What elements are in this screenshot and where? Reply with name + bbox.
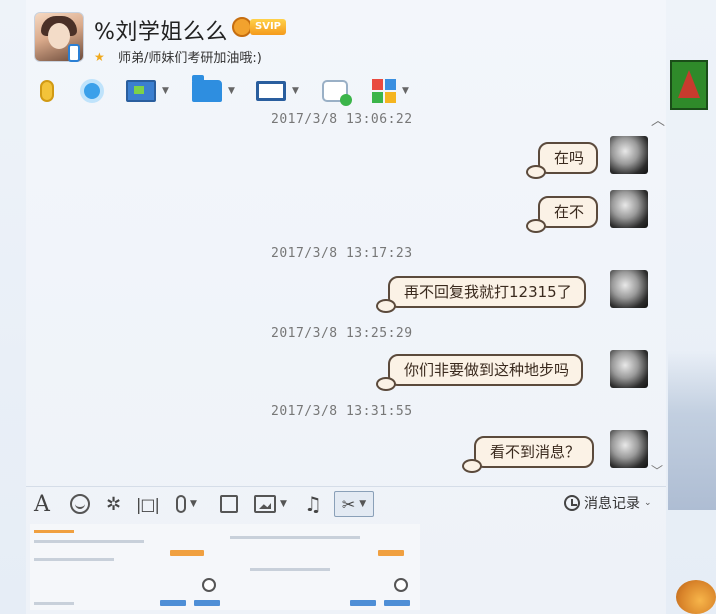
message-bubble[interactable]: 再不回复我就打12315了 (376, 276, 586, 313)
bubble-decoration-icon (376, 299, 396, 313)
chevron-down-icon[interactable]: ﹀ (651, 462, 663, 479)
message-history-button[interactable]: 消息记录 ⌄ (564, 493, 652, 513)
input-toolbar: A ✲ |□| ▼ ▼ ♫ ✂ ▼ 消息记录 ⌄ (26, 486, 666, 520)
contact-name[interactable]: %刘学姐么么 (94, 14, 228, 46)
voice-message-button[interactable]: ▼ (176, 491, 197, 517)
monitor-icon (256, 81, 286, 101)
apps-grid-icon (372, 79, 396, 103)
chat-add-icon (322, 80, 352, 106)
microphone-icon (40, 80, 54, 102)
history-label: 消息记录 (584, 496, 640, 512)
video-call-button[interactable] (80, 76, 104, 106)
chat-toolbar: ▼ ▼ ▼ ▼ (32, 75, 432, 110)
message-timestamp: 2017/3/8 13:17:23 (271, 246, 413, 261)
mobile-online-icon (68, 44, 80, 62)
chevron-down-icon[interactable]: ▼ (292, 86, 299, 96)
vip-badge[interactable]: SVIP (232, 16, 298, 38)
contact-signature: 师弟/师妹们考研加油哦:) (118, 51, 262, 66)
chevron-down-icon[interactable]: ▼ (402, 86, 409, 96)
sender-avatar[interactable] (610, 136, 648, 174)
message-input[interactable] (26, 520, 666, 614)
send-image-button[interactable]: ▼ (254, 491, 287, 517)
remote-desktop-icon (126, 80, 156, 102)
sender-avatar[interactable] (610, 270, 648, 308)
sender-avatar[interactable] (610, 350, 648, 388)
vip-label: SVIP (250, 19, 286, 35)
background-decoration (676, 580, 716, 614)
sender-avatar[interactable] (610, 190, 648, 228)
message-bubble[interactable]: 你们非要做到这种地步吗 (376, 354, 584, 391)
star-icon: ★ (94, 50, 105, 64)
clock-icon (564, 495, 580, 511)
create-discussion-button[interactable] (322, 76, 352, 106)
share-screen-button[interactable]: ▼ (256, 76, 299, 106)
chevron-down-icon[interactable]: ▼ (228, 86, 235, 96)
message-bubble[interactable]: 在吗 (526, 142, 599, 179)
folder-icon (192, 75, 222, 102)
emoji-button[interactable] (70, 491, 90, 517)
font-button[interactable]: A (34, 491, 50, 517)
edit-button[interactable] (220, 491, 238, 517)
background-decoration (668, 350, 716, 510)
edit-icon (220, 495, 238, 513)
app-logo-icon (670, 60, 708, 110)
magic-expression-button[interactable]: |□| (136, 491, 160, 517)
bubble-decoration-icon (526, 219, 546, 233)
music-button[interactable]: ♫ (304, 491, 322, 517)
screenshot-button[interactable]: ✂ ▼ (334, 491, 374, 517)
message-text: 在吗 (554, 149, 585, 167)
chevron-down-icon[interactable]: ▼ (280, 499, 287, 509)
chevron-down-icon[interactable]: ⌄ (644, 498, 652, 508)
message-text: 你们非要做到这种地步吗 (404, 361, 570, 379)
message-timestamp: 2017/3/8 13:06:22 (271, 112, 413, 127)
music-note-icon: ♫ (304, 492, 322, 516)
chevron-down-icon[interactable]: ▼ (162, 86, 169, 96)
chat-window: %刘学姐么么 SVIP ★ 师弟/师妹们考研加油哦:) ▼ ▼ ▼ ▼ ︿ 20… (26, 0, 666, 614)
chevron-down-icon[interactable]: ▼ (190, 499, 197, 509)
sender-avatar[interactable] (610, 430, 648, 468)
bubble-decoration-icon (526, 165, 546, 179)
shake-icon: ✲ (106, 493, 122, 515)
message-timestamp: 2017/3/8 13:31:55 (271, 404, 413, 419)
voice-call-button[interactable] (32, 76, 54, 106)
message-bubble[interactable]: 在不 (526, 196, 599, 233)
message-text: 在不 (554, 203, 585, 221)
scissors-icon: ✂ (341, 494, 356, 514)
image-icon (254, 495, 276, 513)
pig-icon (232, 17, 252, 37)
frame-icon: |□| (136, 494, 160, 514)
message-list[interactable]: ︿ 2017/3/8 13:06:22 在吗 在不 2017/3/8 13:17… (26, 110, 666, 485)
bubble-decoration-icon (376, 377, 396, 391)
apps-button[interactable]: ▼ (372, 76, 409, 106)
camera-icon (80, 79, 104, 103)
send-file-button[interactable]: ▼ (192, 75, 235, 106)
remote-desktop-button[interactable]: ▼ (126, 76, 169, 106)
chevron-up-icon[interactable]: ︿ (651, 110, 665, 130)
pasted-screenshot-image[interactable] (30, 524, 420, 610)
smile-icon (70, 494, 90, 514)
microphone-icon (176, 495, 186, 513)
bubble-decoration-icon (462, 459, 482, 473)
message-timestamp: 2017/3/8 13:25:29 (271, 326, 413, 341)
chevron-down-icon[interactable]: ▼ (359, 499, 366, 509)
message-text: 看不到消息？ (490, 443, 581, 461)
message-text: 再不回复我就打12315了 (404, 283, 572, 301)
shake-button[interactable]: ✲ (106, 491, 121, 517)
font-icon: A (34, 491, 50, 517)
message-bubble[interactable]: 看不到消息？ (462, 436, 595, 473)
